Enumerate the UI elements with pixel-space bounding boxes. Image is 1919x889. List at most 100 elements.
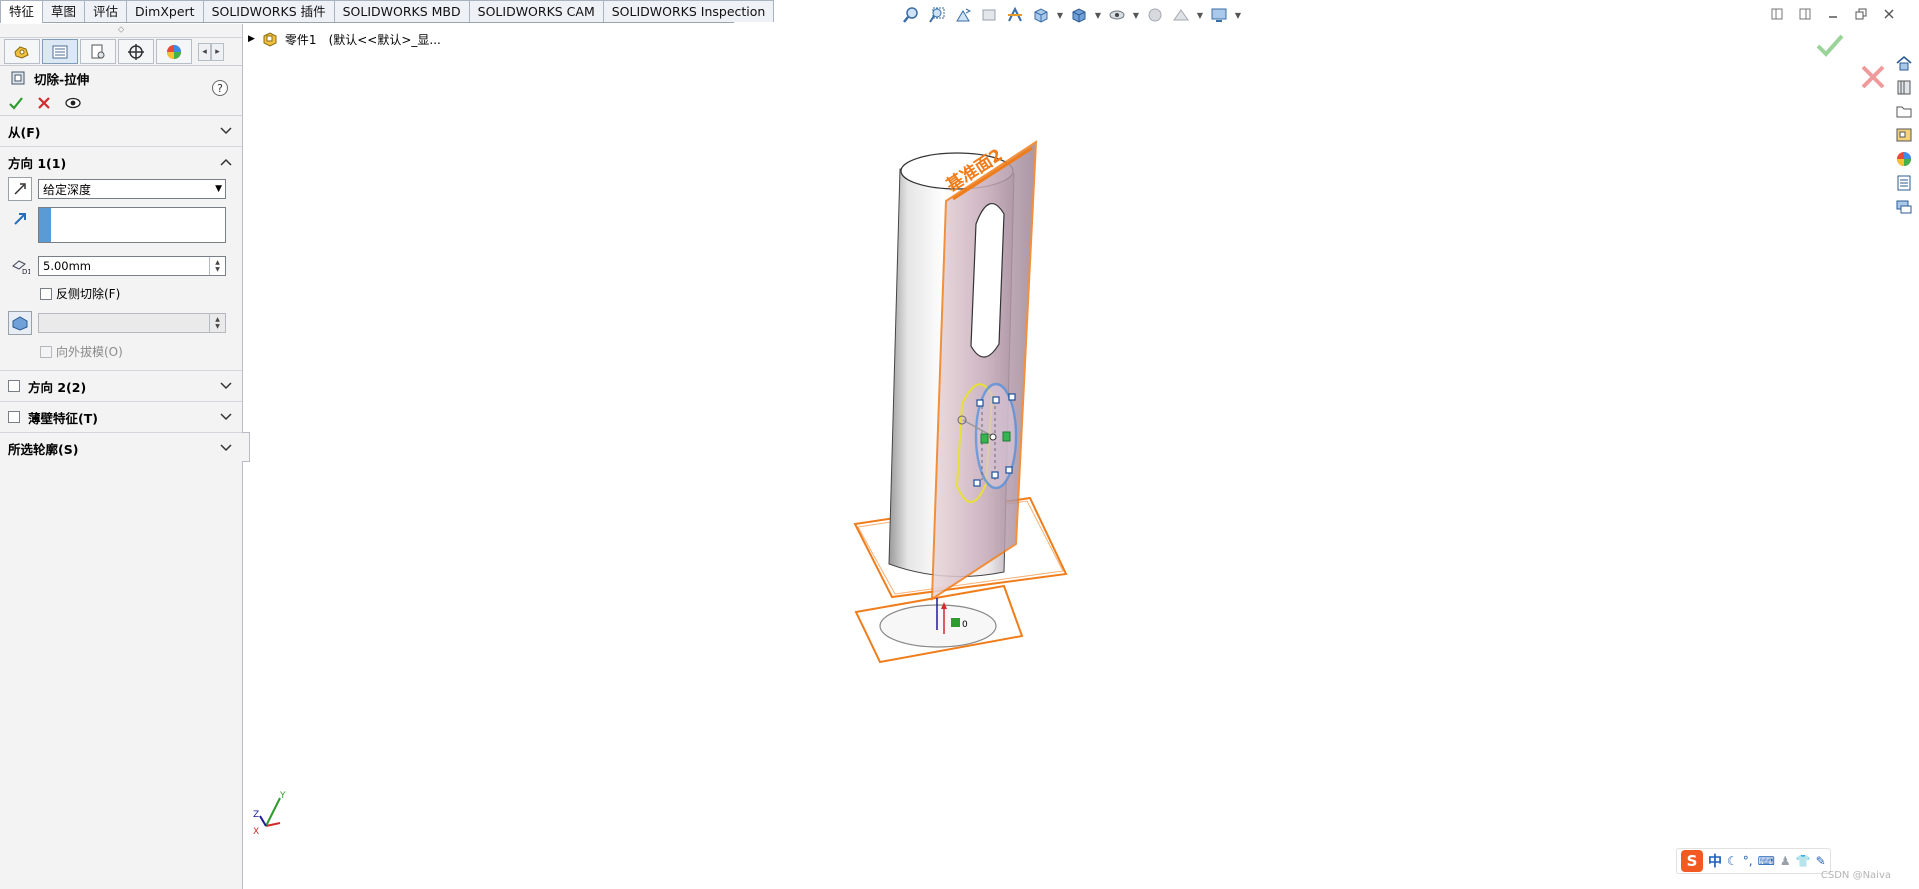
draft-angle-spinner[interactable]: ▲ ▼ <box>209 314 225 332</box>
chevron-up-icon[interactable] <box>220 156 232 168</box>
section-view-icon[interactable] <box>978 4 1000 26</box>
chevron-down-icon[interactable]: ▼ <box>1132 4 1140 26</box>
confirm-cancel-icon[interactable] <box>1860 64 1886 93</box>
reference-triad: Y Z X <box>250 790 300 843</box>
appearances-icon[interactable] <box>1892 148 1916 170</box>
chevron-down-icon[interactable]: ▼ <box>1196 4 1204 26</box>
dynamic-annotation-icon[interactable] <box>1004 4 1026 26</box>
file-explorer-icon[interactable] <box>1892 100 1916 122</box>
edit-appearance-icon[interactable] <box>1144 4 1166 26</box>
punctuation-icon[interactable]: °, <box>1743 854 1753 868</box>
slot-cut[interactable] <box>970 203 1005 358</box>
chevron-down-icon[interactable] <box>220 380 232 392</box>
depth-row: D1 5.00mm ▲ ▼ <box>0 255 242 277</box>
view-settings-icon[interactable] <box>1208 4 1230 26</box>
configuration-manager-tab[interactable] <box>80 39 116 64</box>
tools-icon[interactable]: ✎ <box>1816 854 1826 868</box>
flip-cut-checkbox[interactable] <box>40 287 52 300</box>
display-manager-tab[interactable] <box>156 39 192 64</box>
direction-arrow-icon <box>8 207 32 231</box>
model-view[interactable]: 基准面2 0 <box>244 24 1892 889</box>
ok-check-icon[interactable] <box>8 95 24 111</box>
triad-x-label: X <box>253 827 259 837</box>
group-thin-feature-title: 薄壁特征(T) <box>8 408 98 427</box>
minimize-icon[interactable] <box>1825 6 1841 22</box>
tab-dimxpert[interactable]: DimXpert <box>126 0 204 22</box>
draft-outward-checkbox[interactable] <box>40 345 52 358</box>
user-icon[interactable]: ♟ <box>1780 854 1791 868</box>
direction-selection-box[interactable] <box>38 207 226 243</box>
chevron-down-icon[interactable] <box>220 411 232 423</box>
tile-left-icon[interactable] <box>1769 6 1785 22</box>
manager-tab-scroll: ◂ ▸ <box>198 42 224 61</box>
property-manager-tab[interactable] <box>42 39 78 64</box>
zoom-to-fit-icon[interactable] <box>900 4 922 26</box>
close-icon[interactable] <box>1881 6 1897 22</box>
chevron-down-icon[interactable] <box>220 125 232 137</box>
flip-cut-row: 反侧切除(F) <box>0 285 242 302</box>
tab-sketch[interactable]: 草图 <box>42 0 86 22</box>
view-orientation-icon[interactable] <box>1030 4 1052 26</box>
hide-show-items-icon[interactable] <box>1106 4 1128 26</box>
restore-icon[interactable] <box>1853 6 1869 22</box>
confirm-ok-icon[interactable] <box>1815 33 1845 62</box>
ime-mode[interactable]: 中 <box>1708 851 1722 871</box>
group-direction2-header[interactable]: 方向 2(2) <box>0 371 242 401</box>
group-direction1-header[interactable]: 方向 1(1) <box>0 147 242 177</box>
chevron-left-icon[interactable]: ◂ <box>198 42 211 61</box>
tab-mbd[interactable]: SOLIDWORKS MBD <box>333 0 470 22</box>
skin-icon[interactable]: 👕 <box>1796 854 1811 868</box>
tab-inspection[interactable]: SOLIDWORKS Inspection <box>602 0 775 22</box>
chevron-down-icon[interactable]: ▼ <box>1056 4 1064 26</box>
chevron-down-icon[interactable]: ▼ <box>1094 4 1102 26</box>
preview-eye-icon[interactable] <box>64 96 82 110</box>
apply-scene-icon[interactable] <box>1170 4 1192 26</box>
graphics-area[interactable]: 基准面2 0 <box>244 24 1892 889</box>
group-direction2: 方向 2(2) <box>0 371 242 402</box>
cancel-x-icon[interactable] <box>36 95 52 111</box>
zoom-to-area-icon[interactable] <box>926 4 948 26</box>
group-from-header[interactable]: 从(F) <box>0 116 242 146</box>
tab-cam[interactable]: SOLIDWORKS CAM <box>468 0 604 22</box>
reverse-direction-icon[interactable] <box>8 177 32 201</box>
custom-properties-icon[interactable] <box>1892 172 1916 194</box>
end-condition-select[interactable]: 给定深度 ▼ <box>38 179 226 199</box>
keyboard-icon[interactable]: ⌨ <box>1758 854 1775 868</box>
previous-view-icon[interactable] <box>952 4 974 26</box>
chevron-down-icon[interactable] <box>220 442 232 454</box>
depth-spinner[interactable]: ▲ ▼ <box>209 257 225 275</box>
design-library-icon[interactable] <box>1892 76 1916 98</box>
feature-title: 切除-拉伸 <box>34 71 90 87</box>
depth-input[interactable]: 5.00mm ▲ ▼ <box>38 256 226 276</box>
draft-angle-input[interactable]: ▲ ▼ <box>38 313 226 333</box>
group-selected-contours: 所选轮廓(S) <box>0 433 242 463</box>
thin-feature-checkbox[interactable] <box>8 411 20 423</box>
tile-right-icon[interactable] <box>1797 6 1813 22</box>
manager-tabs: ◂ ▸ <box>0 38 242 66</box>
help-icon[interactable]: ? <box>212 80 228 96</box>
dimxpert-manager-tab[interactable] <box>118 39 154 64</box>
tab-evaluate[interactable]: 评估 <box>84 0 128 22</box>
group-thin-feature-header[interactable]: 薄壁特征(T) <box>0 402 242 432</box>
chevron-right-icon[interactable]: ▸ <box>211 42 224 61</box>
draft-row: ▲ ▼ <box>0 311 242 335</box>
feature-manager-tab[interactable] <box>4 39 40 64</box>
ime-logo[interactable]: S <box>1681 850 1703 872</box>
panel-grip[interactable]: ⬦ <box>0 24 242 38</box>
home-icon[interactable] <box>1892 52 1916 74</box>
group-selected-contours-header[interactable]: 所选轮廓(S) <box>0 433 242 463</box>
chevron-down-icon[interactable]: ▼ <box>1234 4 1242 26</box>
watermark: CSDN @Naiva <box>1820 870 1891 881</box>
depth-value: 5.00mm <box>43 259 92 273</box>
view-palette-icon[interactable] <box>1892 124 1916 146</box>
display-style-icon[interactable] <box>1068 4 1090 26</box>
moon-icon[interactable]: ☾ <box>1727 854 1738 868</box>
depth-icon: D1 <box>8 255 32 277</box>
forum-icon[interactable] <box>1892 196 1916 218</box>
tab-addins[interactable]: SOLIDWORKS 插件 <box>202 0 335 22</box>
origin-plane[interactable] <box>854 584 1024 664</box>
tab-features[interactable]: 特征 <box>0 0 44 23</box>
draft-toggle-icon[interactable] <box>8 311 32 335</box>
direction2-checkbox[interactable] <box>8 380 20 392</box>
feature-header: 切除-拉伸 <box>0 66 242 90</box>
